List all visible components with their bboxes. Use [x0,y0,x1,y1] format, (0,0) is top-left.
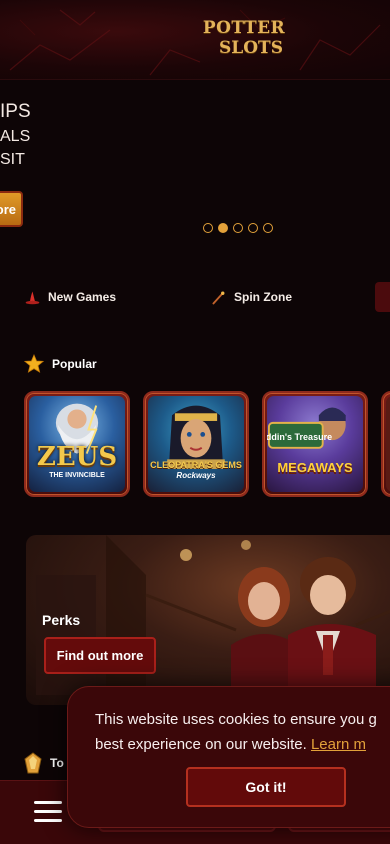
carousel-dot-active[interactable] [218,223,228,233]
header-texture [9,9,381,76]
logo-line1: POTTER [202,18,286,38]
category-spin-zone[interactable]: Spin Zone [210,285,292,309]
perks-illustration [36,535,390,705]
hero-line-2: ALS [0,128,31,145]
carousel-dot[interactable] [233,223,243,233]
game-subtitle: MEGAWAYS [277,460,353,475]
game-art: ZEUS THE INVINCIBLE [29,396,125,492]
game-tile-partial[interactable] [381,391,390,497]
category-label: Spin Zone [234,290,292,304]
game-title: Aladdin's Treasure [267,432,333,442]
carousel-dot[interactable] [203,223,213,233]
top-section-heading: To [24,752,64,774]
carousel-dot[interactable] [263,223,273,233]
game-art: Aladdin's Treasure MEGAWAYS [267,396,363,492]
top-section-label: To [50,756,64,770]
game-title: CLEOPATRA'S GEMS [150,460,242,470]
category-label: New Games [48,290,117,304]
game-subtitle: THE INVINCIBLE [49,472,105,479]
perks-title: Perks [42,612,81,628]
menu-hamburger-icon[interactable] [34,801,62,823]
gem-icon [24,752,42,774]
game-art: CLEOPATRA'S GEMS Rockways [148,396,244,492]
carousel-dots [203,223,273,235]
popular-label: Popular [52,357,97,371]
cookie-text-line2-wrap: best experience on our website. Learn m [95,732,390,757]
game-title: ZEUS [36,442,118,472]
perks-banner [26,535,390,705]
carousel-dot[interactable] [248,223,258,233]
cookie-text-line1: This website uses cookies to ensure you … [95,711,377,728]
magic-wand-icon [212,291,225,304]
category-next-tab[interactable] [375,282,390,312]
cookie-learn-more-link[interactable]: Learn m [311,736,366,753]
cookie-text-line2: best experience on our website. [95,736,307,753]
site-header: POTTER SLOTS [0,0,390,80]
game-art [386,396,390,492]
find-out-more-button[interactable]: Find out more [44,637,156,674]
cookie-accept-button[interactable]: Got it! [186,767,346,807]
page: POTTER SLOTS IPS ALS SIT ore New Games S… [0,0,390,844]
site-logo[interactable]: POTTER SLOTS [198,18,290,62]
popular-heading: Popular [24,354,97,374]
hero-line-1: IPS [0,101,31,122]
aladdin-art [267,407,346,449]
game-tile-cleopatra[interactable]: CLEOPATRA'S GEMS Rockways [143,391,249,497]
star-icon [24,354,44,373]
hero-cta-button[interactable]: ore [0,191,23,227]
hero-line-3: SIT [0,151,25,168]
category-new-games[interactable]: New Games [24,285,116,309]
cookie-message: This website uses cookies to ensure you … [95,707,390,757]
wizard-hat-icon [25,291,40,304]
logo-line2: SLOTS [219,38,283,58]
game-subtitle: Rockways [176,471,216,480]
game-tile-aladdin[interactable]: Aladdin's Treasure MEGAWAYS [262,391,368,497]
game-tile-zeus[interactable]: ZEUS THE INVINCIBLE [24,391,130,497]
